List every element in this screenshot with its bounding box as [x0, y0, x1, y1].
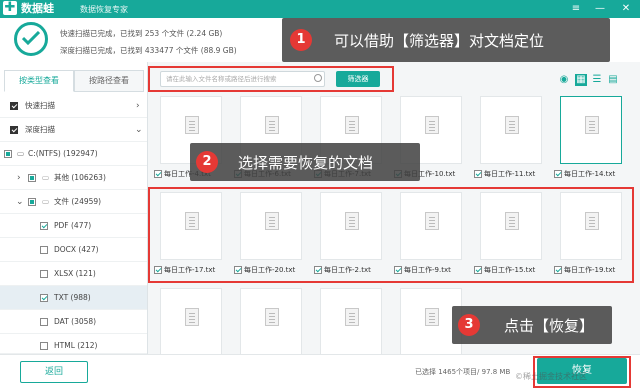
text-file-icon — [265, 116, 279, 134]
grid-view-icon[interactable]: ▦ — [575, 74, 587, 86]
file-thumbnail[interactable] — [560, 96, 622, 164]
detail-view-icon[interactable]: ▤ — [607, 74, 619, 86]
file-name: 每日工作-11.txt — [484, 170, 536, 178]
file-checkbox[interactable] — [554, 170, 562, 178]
sidebar-item-label: HTML (212) — [54, 341, 98, 350]
sidebar-item-label: DAT (3058) — [54, 317, 97, 326]
sidebar-item-label: 快速扫描 — [25, 101, 55, 110]
drive-c-checkbox[interactable] — [4, 150, 12, 158]
callout-select: 2 选择需要恢复的文档 — [190, 143, 420, 181]
file-name: 每日工作-14.txt — [564, 170, 616, 178]
xlsx-checkbox[interactable] — [40, 270, 48, 278]
file-item[interactable]: 每日工作-11.txt — [472, 96, 548, 188]
quick-scan-checkbox[interactable] — [10, 102, 18, 110]
dat-checkbox[interactable] — [40, 318, 48, 326]
sidebar-item-quick-scan[interactable]: 快速扫描 › — [0, 94, 147, 118]
preview-eye-icon[interactable]: ◉ — [558, 74, 570, 86]
file-thumbnail[interactable] — [232, 288, 308, 354]
chevron-right-icon[interactable]: › — [136, 94, 140, 118]
sidebar-tabs: 按类型查看 按路径查看 — [4, 70, 144, 92]
minimize-icon[interactable]: — — [594, 3, 606, 15]
html-checkbox[interactable] — [40, 342, 48, 350]
sidebar-item-txt[interactable]: TXT (988) — [0, 286, 147, 310]
sidebar-item-label: 文件 (24959) — [54, 197, 102, 206]
sidebar-item-label: TXT (988) — [54, 293, 91, 302]
sidebar-item-xlsx[interactable]: XLSX (121) — [0, 262, 147, 286]
back-button[interactable]: 返回 — [20, 361, 88, 383]
tab-by-type[interactable]: 按类型查看 — [4, 70, 74, 92]
file-checkbox[interactable] — [154, 170, 162, 178]
callout-number: 3 — [458, 314, 480, 336]
file-thumbnail[interactable] — [312, 288, 388, 354]
callout-number: 2 — [196, 151, 218, 173]
sidebar-item-files[interactable]: ⌄ ▭ 文件 (24959) — [0, 190, 147, 214]
sidebar-item-label: 深度扫描 — [25, 125, 55, 134]
text-file-icon — [345, 116, 359, 134]
sidebar-item-label: PDF (477) — [54, 221, 92, 230]
watermark: ©稀土掘金技术社区 — [515, 372, 587, 381]
callout-number: 1 — [290, 29, 312, 51]
pdf-checkbox[interactable] — [40, 222, 48, 230]
app-name: 数据蛙 — [21, 2, 54, 15]
title-bar: ✚ 数据蛙 数据恢复专家 ≡ — ✕ — [0, 0, 640, 18]
folder-icon: ▭ — [42, 173, 50, 182]
sidebar-item-deep-scan[interactable]: 深度扫描 ⌄ — [0, 118, 147, 142]
sidebar-item-pdf[interactable]: PDF (477) — [0, 214, 147, 238]
sidebar-item-label: DOCX (427) — [54, 245, 99, 254]
callout-text: 可以借助【筛选器】对文档定位 — [334, 32, 545, 50]
callout-text: 选择需要恢复的文档 — [238, 154, 374, 172]
tab-by-path[interactable]: 按路径查看 — [74, 70, 144, 92]
sidebar-item-html[interactable]: HTML (212) — [0, 334, 147, 354]
sidebar-item-other[interactable]: › ▭ 其他 (106263) — [0, 166, 147, 190]
chevron-down-icon[interactable]: ⌄ — [16, 190, 24, 214]
app-subtitle: 数据恢复专家 — [80, 5, 128, 14]
folder-icon: ▭ — [42, 197, 50, 206]
sidebar-item-drive-c[interactable]: ▭ C:(NTFS) (192947) — [0, 142, 147, 166]
filter-highlight-box — [148, 66, 394, 92]
file-checkbox[interactable] — [474, 170, 482, 178]
app-logo-icon: ✚ — [3, 0, 17, 15]
sidebar-item-dat[interactable]: DAT (3058) — [0, 310, 147, 334]
chevron-down-icon[interactable]: ⌄ — [135, 118, 143, 142]
sidebar-item-label: XLSX (121) — [54, 269, 96, 278]
selection-summary: 已选择 1465个项目/ 97.8 MB — [415, 368, 511, 376]
file-thumbnail[interactable] — [480, 96, 542, 164]
other-checkbox[interactable] — [28, 174, 36, 182]
close-icon[interactable]: ✕ — [620, 3, 632, 15]
docx-checkbox[interactable] — [40, 246, 48, 254]
list-view-icon[interactable]: ☰ — [591, 74, 603, 86]
chevron-right-icon[interactable]: › — [17, 166, 21, 190]
text-file-icon — [425, 116, 439, 134]
sidebar: 按类型查看 按路径查看 快速扫描 › 深度扫描 ⌄ ▭ C:(NTFS) (19… — [0, 62, 148, 354]
callout-recover: 3 点击【恢复】 — [452, 306, 612, 344]
quick-scan-status: 快速扫描已完成，已找到 253 个文件 (2.24 GB) — [60, 29, 223, 38]
deep-scan-status: 深度扫描已完成，已找到 433477 个文件 (88.9 GB) — [60, 46, 237, 55]
sidebar-item-label: C:(NTFS) (192947) — [28, 149, 98, 158]
sidebar-item-docx[interactable]: DOCX (427) — [0, 238, 147, 262]
text-file-icon — [585, 116, 599, 134]
drive-icon: ▭ — [17, 149, 25, 158]
callout-filter: 1 可以借助【筛选器】对文档定位 — [282, 18, 610, 62]
selection-highlight-box — [148, 187, 634, 283]
file-item[interactable]: 每日工作-14.txt — [552, 96, 628, 188]
files-checkbox[interactable] — [28, 198, 36, 206]
file-thumbnail[interactable] — [152, 288, 228, 354]
deep-scan-checkbox[interactable] — [10, 126, 18, 134]
callout-text: 点击【恢复】 — [504, 317, 595, 335]
txt-checkbox[interactable] — [40, 294, 48, 302]
text-file-icon — [185, 116, 199, 134]
sidebar-item-label: 其他 (106263) — [54, 173, 106, 182]
scan-complete-check-icon — [14, 22, 48, 56]
menu-icon[interactable]: ≡ — [570, 3, 582, 15]
text-file-icon — [505, 116, 519, 134]
